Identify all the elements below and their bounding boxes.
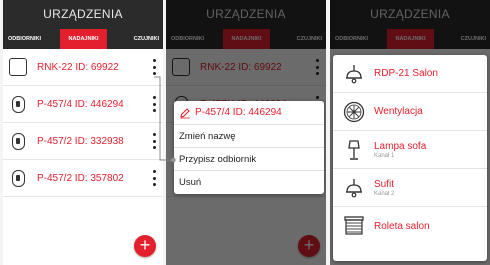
receiver-picker: RDP-21 Salon Wentylacja Lampa sofa Kanał… (333, 55, 487, 261)
transmitter-name: RNK-22 ID: 69922 (37, 61, 119, 73)
remote-icon (8, 131, 28, 151)
delete-menu-item[interactable]: Usuń (174, 171, 324, 194)
fan-icon (342, 100, 366, 124)
context-menu-title-text: P-457/4 ID: 446294 (195, 107, 282, 118)
receiver-name: RDP-21 Salon (374, 68, 438, 79)
floor-lamp-icon (342, 138, 366, 162)
more-vertical-icon[interactable] (151, 133, 157, 149)
screen-transmitters: URZĄDZENIA ODBIORNIKI NADAJNIKI CZUJNIKI… (3, 0, 163, 265)
more-vertical-icon[interactable] (151, 59, 157, 75)
receiver-channel: Kanał 2 (374, 190, 395, 197)
rename-menu-item[interactable]: Zmień nazwę (174, 125, 324, 148)
tab-receivers[interactable]: ODBIORNIKI (3, 29, 56, 49)
more-vertical-icon[interactable] (151, 96, 157, 112)
tab-bar: ODBIORNIKI NADAJNIKI CZUJNIKI (3, 29, 163, 49)
transmitter-name: P-457/2 ID: 357802 (37, 172, 124, 184)
receiver-item[interactable]: Roleta salon (333, 207, 487, 245)
more-vertical-icon[interactable] (151, 170, 157, 186)
receiver-name: Roleta salon (374, 220, 430, 232)
receiver-item[interactable]: Lampa sofa Kanał 1 (333, 131, 487, 169)
receiver-item[interactable]: Sufit Kanał 2 (333, 169, 487, 207)
list-item[interactable]: P-457/2 ID: 357802 (3, 160, 163, 197)
tab-sensors[interactable]: CZUJNIKI (111, 29, 163, 49)
remote-icon (8, 94, 28, 114)
screen-assign-receiver: URZĄDZENIA ODBIORNIKI NADAJNIKI CZUJNIKI… (330, 0, 490, 265)
add-button[interactable]: + (134, 235, 156, 257)
receiver-item[interactable]: RDP-21 Salon (333, 55, 487, 93)
remote-icon (8, 168, 28, 188)
list-item[interactable]: RNK-22 ID: 69922 (3, 49, 163, 86)
transmitter-list: RNK-22 ID: 69922 P-457/4 ID: 446294 P-45… (3, 49, 163, 197)
assign-receiver-menu-item[interactable]: Przypisz odbiornik (174, 148, 324, 171)
receiver-channel: Kanał 1 (374, 152, 395, 159)
screen-context-menu: URZĄDZENIA ODBIORNIKI NADAJNIKI CZUJNIKI… (166, 0, 326, 265)
roller-blind-icon (342, 214, 366, 238)
tab-transmitters[interactable]: NADAJNIKI (59, 29, 108, 49)
receiver-name: Wentylacja (374, 106, 423, 117)
transmitter-name: P-457/4 ID: 446294 (37, 98, 124, 110)
square-device-icon (8, 57, 28, 77)
list-item[interactable]: P-457/4 ID: 446294 (3, 86, 163, 123)
receiver-name: Sufit (374, 178, 395, 190)
app-title: URZĄDZENIA (3, 0, 163, 29)
list-item[interactable]: P-457/2 ID: 332938 (3, 123, 163, 160)
receiver-item[interactable]: Wentylacja (333, 93, 487, 131)
ceiling-lamp-icon (342, 176, 366, 200)
pencil-icon (180, 107, 190, 118)
context-menu: P-457/4 ID: 446294 Zmień nazwę Przypisz … (174, 101, 324, 194)
transmitter-name: P-457/2 ID: 332938 (37, 135, 124, 147)
ceiling-lamp-icon (342, 62, 366, 86)
receiver-name: Lampa sofa (374, 140, 427, 152)
context-menu-title: P-457/4 ID: 446294 (174, 101, 324, 125)
